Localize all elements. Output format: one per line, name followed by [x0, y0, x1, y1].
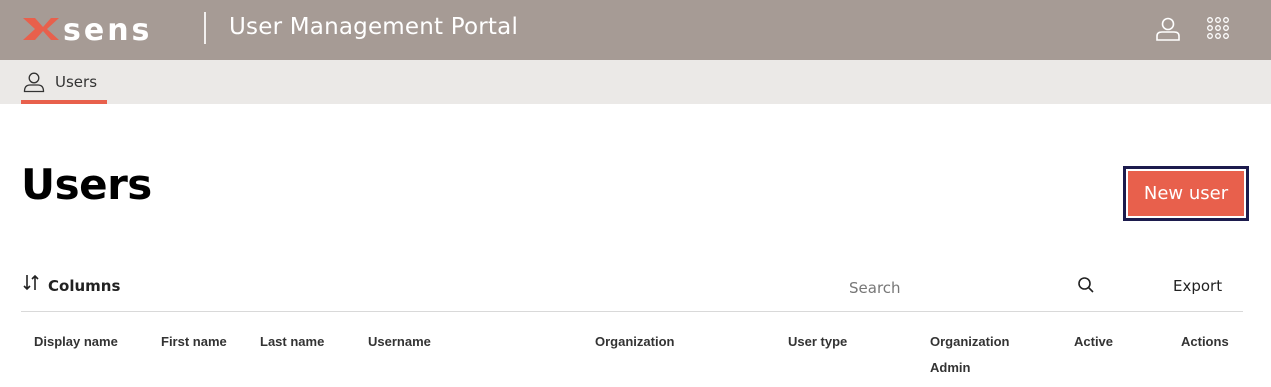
logo-wordmark: sens: [63, 15, 152, 43]
tab-users[interactable]: Users: [21, 60, 107, 104]
column-header-display-name[interactable]: Display name: [34, 329, 118, 355]
new-user-button[interactable]: New user: [1128, 171, 1244, 216]
tab-label: Users: [55, 73, 98, 91]
sub-navigation: Users: [0, 60, 1271, 104]
top-bar: sens User Management Portal: [0, 0, 1271, 60]
column-header-actions[interactable]: Actions: [1181, 329, 1229, 355]
export-button[interactable]: Export: [1168, 275, 1227, 297]
column-header-username[interactable]: Username: [368, 329, 431, 355]
active-tab-indicator: [21, 100, 107, 104]
sort-arrows-icon: [23, 274, 39, 291]
column-header-user-type[interactable]: User type: [788, 329, 847, 355]
column-header-organization-admin[interactable]: Organization Admin: [930, 329, 1016, 381]
column-header-last-name[interactable]: Last name: [260, 329, 324, 355]
xsens-logo[interactable]: sens: [21, 15, 179, 43]
column-header-first-name[interactable]: First name: [161, 329, 227, 355]
columns-label: Columns: [48, 277, 121, 295]
page-title: Users: [21, 160, 152, 209]
search-input[interactable]: [845, 276, 1063, 300]
column-header-organization[interactable]: Organization: [595, 329, 674, 355]
new-user-button-focus-ring: New user: [1123, 166, 1249, 221]
app-title: User Management Portal: [229, 14, 519, 40]
apps-grid-icon[interactable]: [1206, 16, 1230, 40]
column-header-active[interactable]: Active: [1074, 329, 1113, 355]
header-divider: [204, 12, 206, 44]
user-icon: [23, 72, 45, 93]
account-icon[interactable]: [1155, 16, 1181, 42]
logo-x-mark: [23, 18, 59, 40]
search-icon[interactable]: [1077, 276, 1095, 294]
table-header-divider: [21, 311, 1243, 312]
